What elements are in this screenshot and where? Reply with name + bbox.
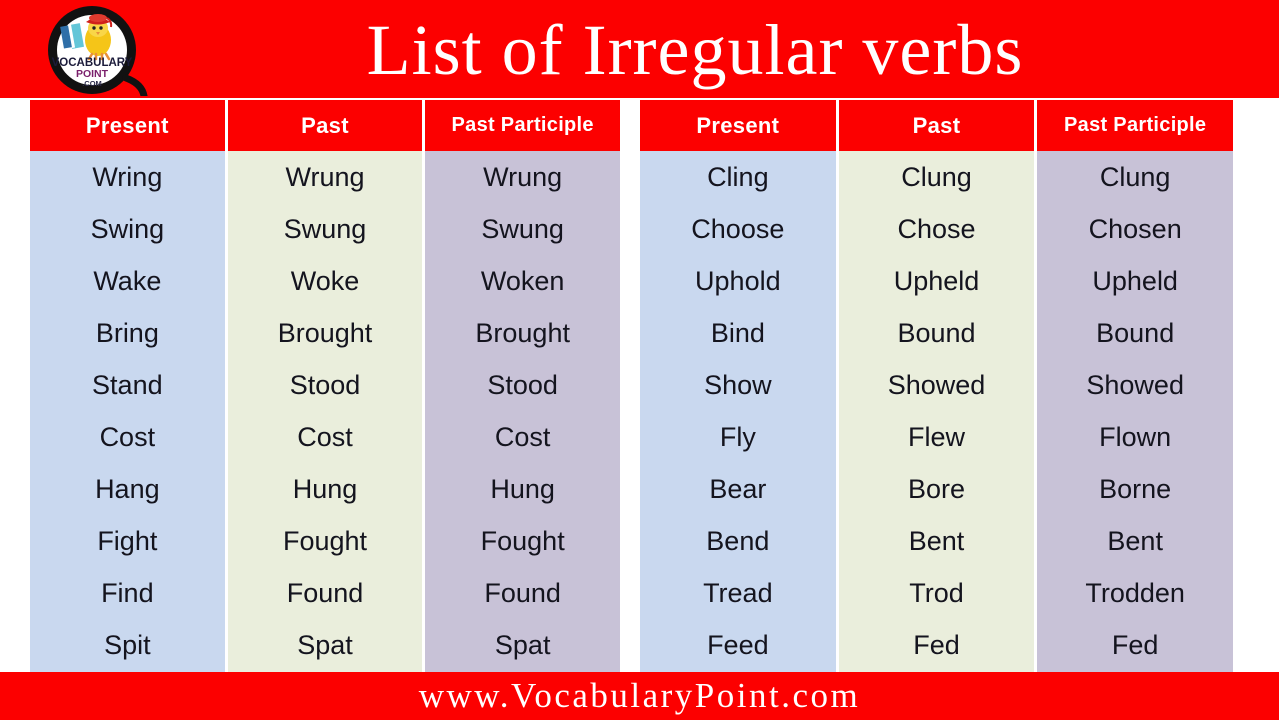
table-cell: Wrung xyxy=(483,161,563,192)
table-cell: Tread xyxy=(703,577,773,608)
table-cell: Swung xyxy=(481,213,564,244)
table-cell: Cost xyxy=(297,421,353,452)
table-cell: Fed xyxy=(913,629,960,660)
table-cell: Cost xyxy=(494,421,551,452)
table-cell: Spit xyxy=(104,629,151,660)
table-cell: Trod xyxy=(909,577,964,608)
table-cell: Found xyxy=(484,577,561,608)
right-table-header-row: Present Past Past Participle xyxy=(640,100,1234,151)
table-cell: Trodden xyxy=(1085,577,1185,608)
table-cell: Spat xyxy=(297,629,353,660)
table-cell: Hung xyxy=(490,473,555,504)
right-column-present: Cling Choose Uphold Bind Show Fly Bear B… xyxy=(640,151,836,672)
table-cell: Found xyxy=(286,577,364,608)
table-cell: Bore xyxy=(907,473,966,504)
table-cell: Flew xyxy=(908,421,966,452)
column-header-present: Present xyxy=(30,100,225,151)
column-header-past: Past xyxy=(838,100,1035,151)
table-cell: Brought xyxy=(277,317,373,348)
table-cell: Clung xyxy=(1099,161,1171,192)
column-header-present: Present xyxy=(640,100,836,151)
table-cell: Woke xyxy=(290,265,360,296)
table-cell: Stood xyxy=(487,369,558,400)
table-cell: Stood xyxy=(289,369,361,400)
table-cell: Wring xyxy=(92,161,163,192)
table-cell: Chose xyxy=(897,213,976,244)
table-cell: Showed xyxy=(887,369,986,400)
table-cell: Flown xyxy=(1099,421,1172,452)
table-cell: Swing xyxy=(90,213,165,244)
table-cell: Borne xyxy=(1099,473,1172,504)
table-cell: Cling xyxy=(707,161,769,192)
left-table-header-row: Present Past Past Participle xyxy=(30,100,621,151)
column-header-past-participle: Past Participle xyxy=(425,100,621,151)
table-cell: Bound xyxy=(1096,317,1175,348)
table-cell: Bend xyxy=(706,525,770,556)
table-cell: Choose xyxy=(691,213,785,244)
table-cell: Bear xyxy=(709,473,767,504)
left-verb-table: Present Past Past Participle Wring Swing… xyxy=(30,100,621,672)
table-cell: Swung xyxy=(283,213,367,244)
right-column-past-participle: Clung Chosen Upheld Bound Showed Flown B… xyxy=(1037,151,1234,672)
table-cell: Fight xyxy=(97,525,158,556)
right-verb-table: Present Past Past Participle Cling Choos… xyxy=(640,100,1234,672)
logo-line3: .COM xyxy=(82,79,102,88)
table-cell: Wake xyxy=(93,265,162,296)
table-cell: Find xyxy=(101,577,154,608)
table-cell: Fought xyxy=(480,525,565,556)
table-cell: Showed xyxy=(1086,369,1184,400)
table-cell: Feed xyxy=(707,629,769,660)
table-cell: Cost xyxy=(99,421,156,452)
column-header-past-participle: Past Participle xyxy=(1037,100,1234,151)
table-cell: Hang xyxy=(95,473,160,504)
table-cell: Fed xyxy=(1111,629,1159,660)
table-cell: Bound xyxy=(897,317,976,348)
left-column-present: Wring Swing Wake Bring Stand Cost Hang F… xyxy=(30,151,225,672)
table-cell: Upheld xyxy=(893,265,980,296)
table-cell: Uphold xyxy=(695,265,781,296)
table-cell: Hung xyxy=(292,473,358,504)
table-cell: Bring xyxy=(95,317,159,348)
table-cell: Fly xyxy=(719,421,756,452)
left-table-body: Wring Swing Wake Bring Stand Cost Hang F… xyxy=(30,151,621,672)
table-cell: Woken xyxy=(480,265,565,296)
table-cell: Chosen xyxy=(1088,213,1182,244)
table-cell: Bent xyxy=(1107,525,1163,556)
header-band: List of Irregular verbs xyxy=(0,0,1279,98)
page-title: List of Irregular verbs xyxy=(366,10,1024,90)
right-column-past: Clung Chose Upheld Bound Showed Flew Bor… xyxy=(838,151,1035,672)
irregular-verbs-poster: List of Irregular verbs VOCABULARY POINT… xyxy=(0,0,1279,720)
table-cell: Fought xyxy=(282,525,368,556)
right-table-body: Cling Choose Uphold Bind Show Fly Bear B… xyxy=(640,151,1234,672)
table-cell: Bent xyxy=(908,525,965,556)
left-column-past-participle: Wrung Swung Woken Brought Stood Cost Hun… xyxy=(425,151,621,672)
vocabulary-point-logo-icon: VOCABULARY POINT .COM xyxy=(30,4,158,96)
table-cell: Brought xyxy=(475,317,570,348)
column-header-past: Past xyxy=(227,100,423,151)
left-column-past: Wrung Swung Woke Brought Stood Cost Hung… xyxy=(227,151,423,672)
footer-band: www.VocabularyPoint.com xyxy=(0,672,1279,720)
website-url: www.VocabularyPoint.com xyxy=(418,676,861,715)
table-cell: Wrung xyxy=(285,161,365,192)
table-cell: Clung xyxy=(901,161,972,192)
table-cell: Spat xyxy=(494,629,551,660)
table-cell: Upheld xyxy=(1092,265,1178,296)
table-cell: Show xyxy=(704,369,772,400)
table-cell: Stand xyxy=(92,369,163,400)
table-cell: Bind xyxy=(710,317,765,348)
